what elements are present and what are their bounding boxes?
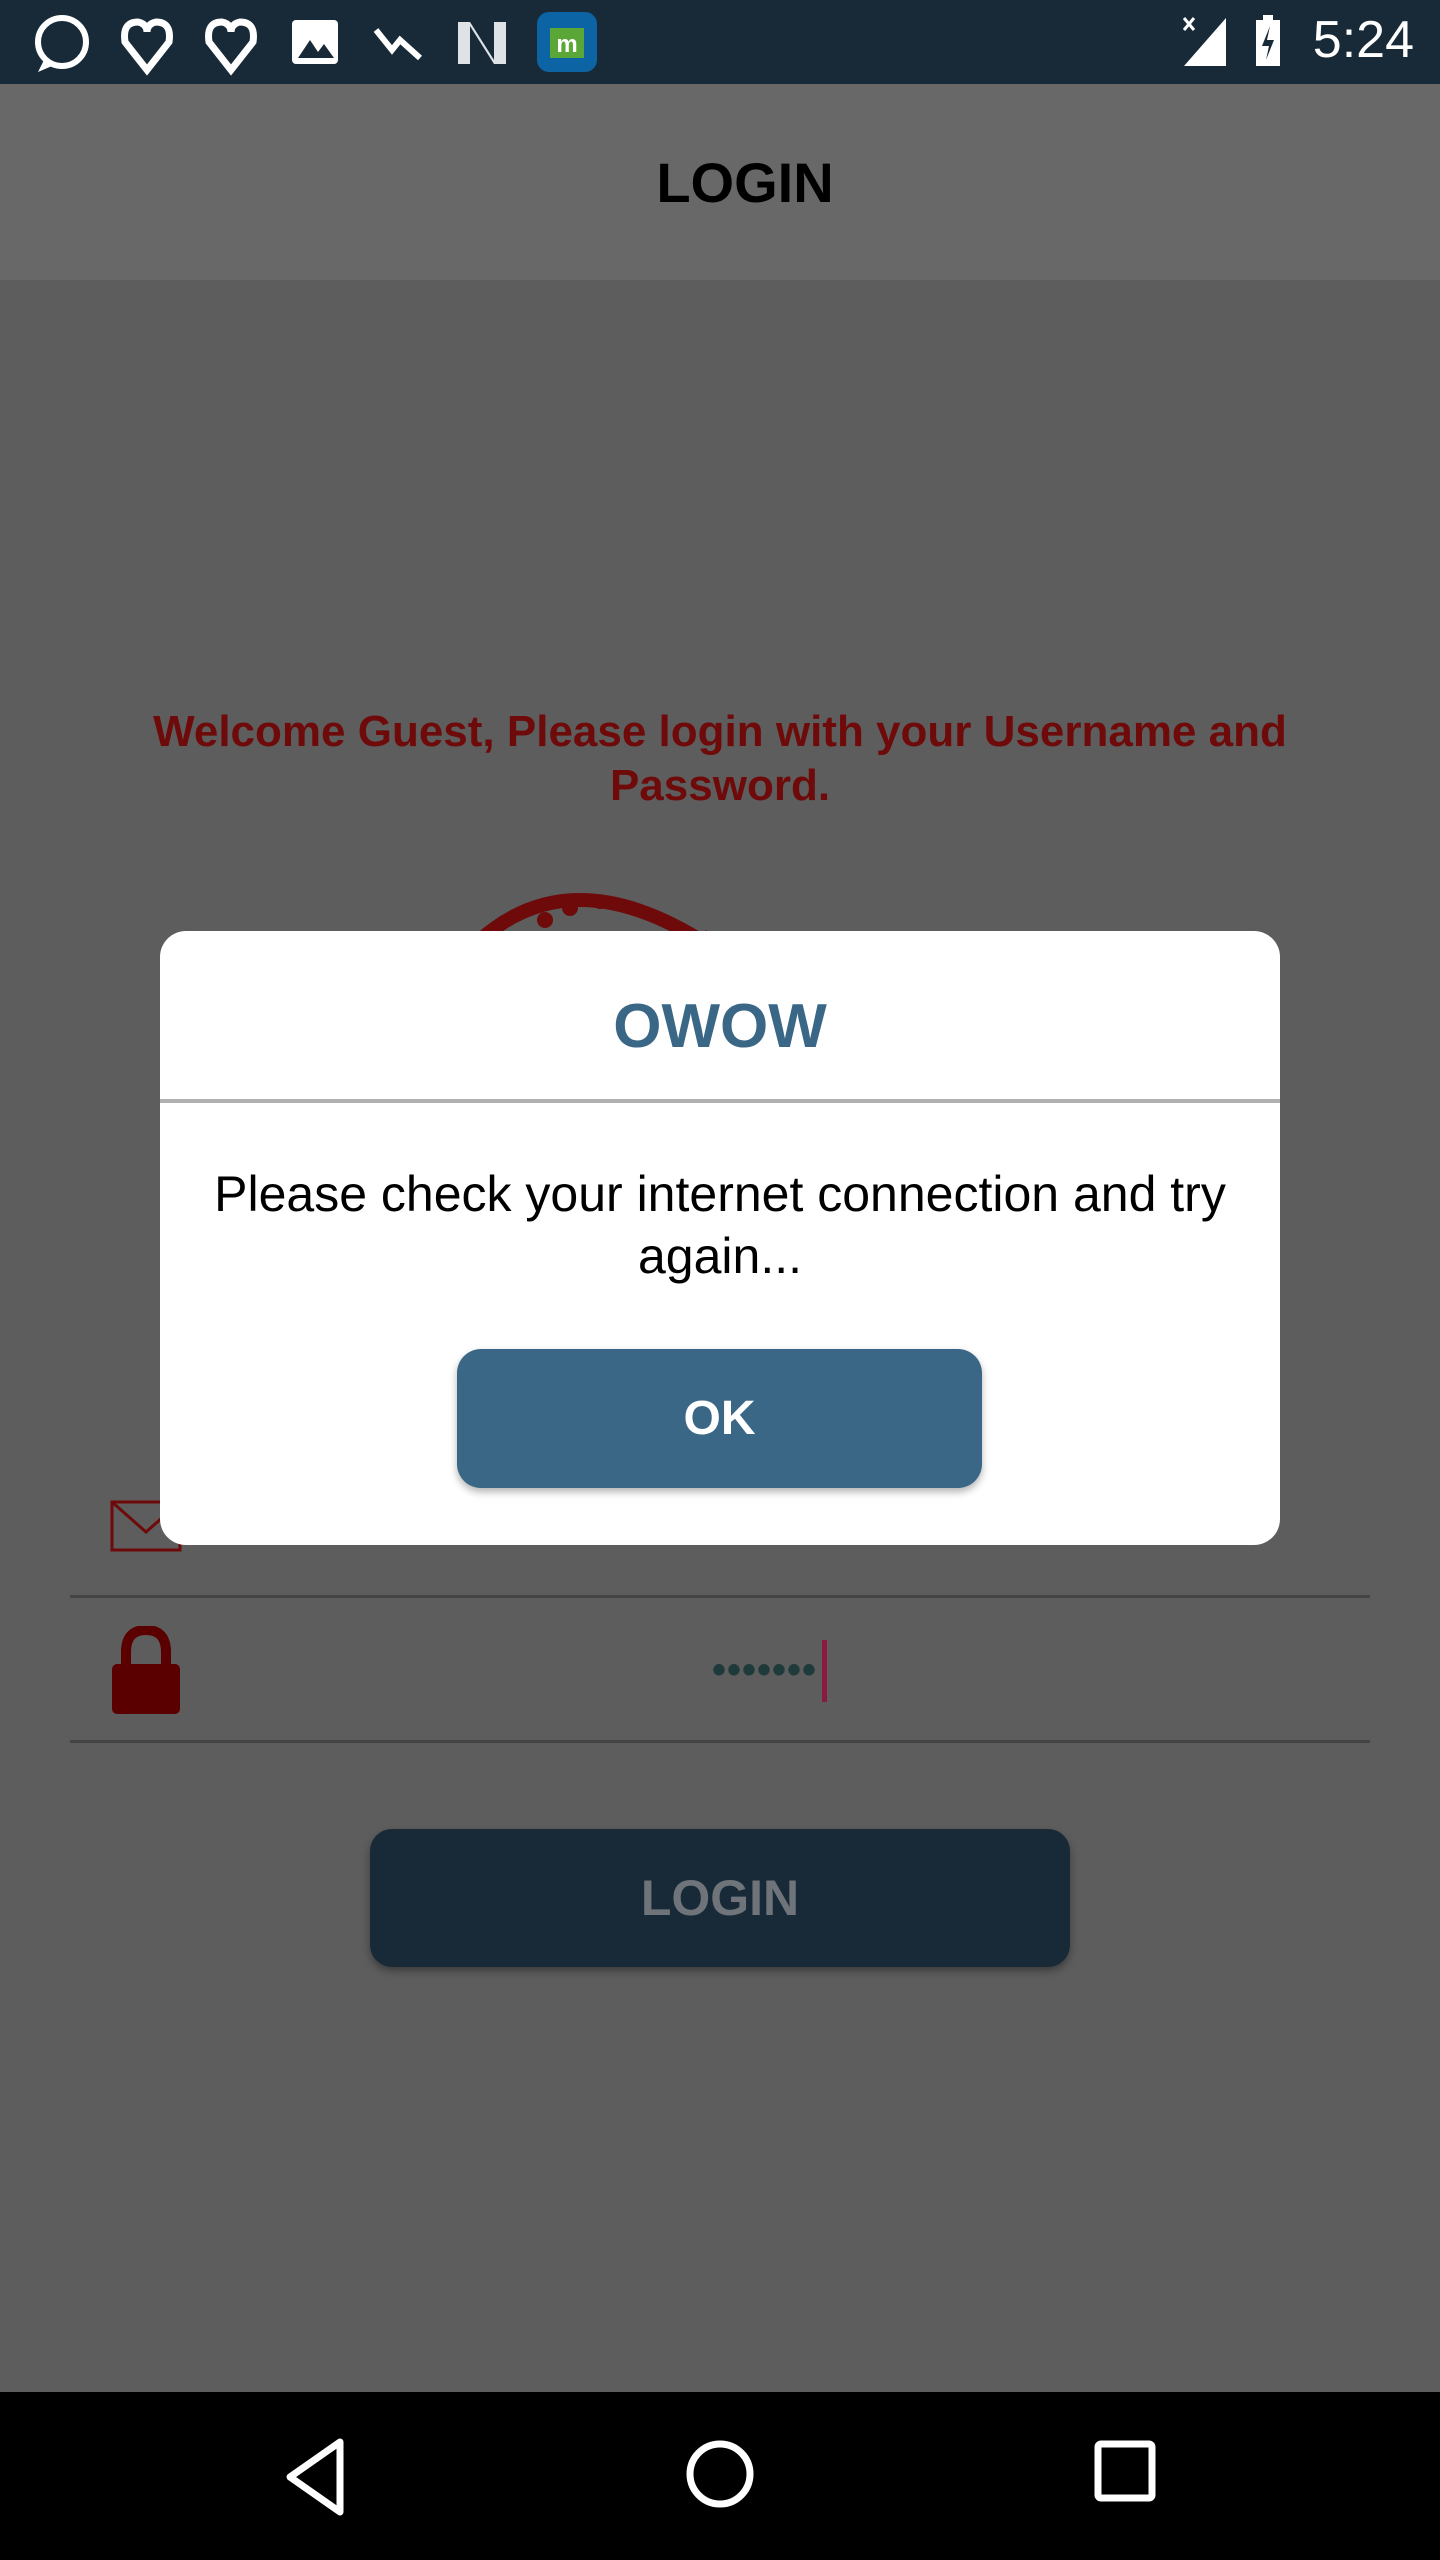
text-cursor	[822, 1640, 827, 1702]
dialog-title: OWOW	[613, 992, 827, 1061]
dialog-divider	[160, 1099, 1280, 1103]
system-icons	[1182, 15, 1280, 66]
page-title: LOGIN	[656, 150, 834, 214]
dialog-message: Please check your internet connection an…	[214, 1166, 1226, 1284]
lock-icon	[112, 1626, 180, 1714]
notification-icons: m	[35, 12, 597, 76]
heart-icon	[121, 18, 173, 76]
heart-icon	[205, 18, 257, 76]
recents-icon[interactable]	[1090, 2436, 1162, 2508]
welcome-message: Welcome Guest, Please login with your Us…	[153, 707, 1287, 810]
trending-down-icon	[373, 28, 423, 61]
whatsapp-icon	[35, 15, 89, 72]
password-underline	[70, 1740, 1370, 1743]
password-input[interactable]: •••••••	[712, 1648, 817, 1693]
image-icon	[292, 20, 338, 64]
app-bar: LOGIN	[0, 84, 1440, 280]
back-icon[interactable]	[280, 2432, 360, 2522]
ok-button[interactable]: OK	[457, 1349, 982, 1488]
signal-icon	[1182, 17, 1226, 66]
navigation-bar	[0, 2392, 1440, 2560]
clock: 5:24	[1312, 11, 1414, 69]
home-icon[interactable]	[680, 2434, 760, 2514]
battery-charging-icon	[1256, 15, 1280, 66]
login-button[interactable]: LOGIN	[370, 1829, 1070, 1967]
n-app-icon	[458, 22, 506, 64]
alert-dialog: OWOW Please check your internet connecti…	[160, 931, 1280, 1545]
m-app-icon: m	[537, 12, 597, 72]
status-bar: m 5:24	[0, 0, 1440, 84]
svg-text:m: m	[556, 31, 577, 58]
username-underline	[70, 1595, 1370, 1598]
